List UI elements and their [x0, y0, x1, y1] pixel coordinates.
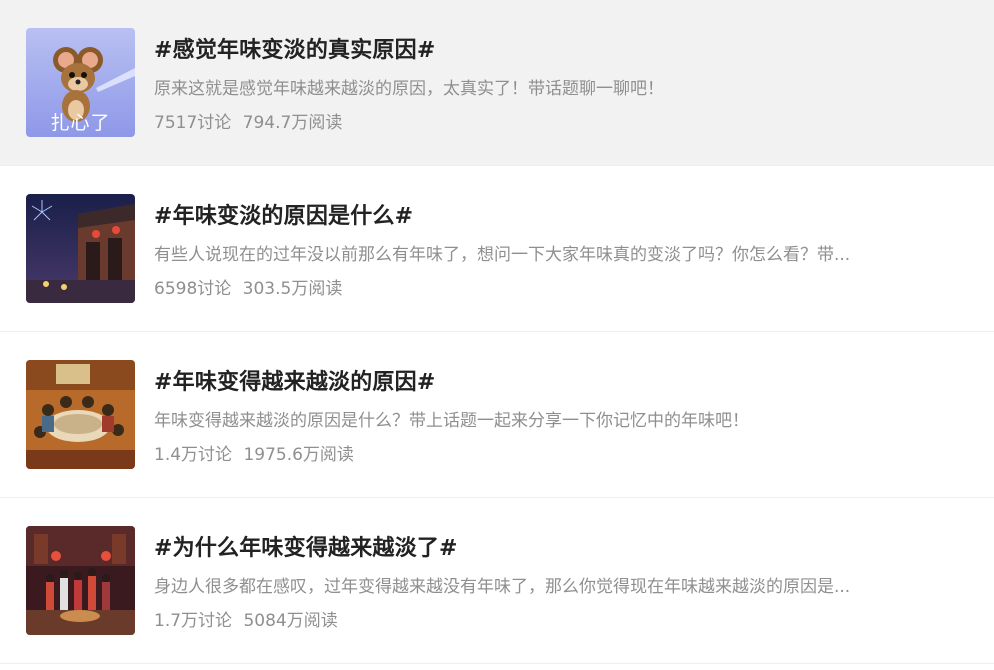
cartoon-mouse-icon[interactable]: 扎心了	[26, 28, 135, 137]
thumb-caption: 扎心了	[50, 112, 111, 134]
topic-stats: 7517讨论 794.7万阅读	[154, 108, 342, 133]
read-count: 1975.6万阅读	[243, 445, 354, 465]
topic-description: 年味变得越来越淡的原因是什么？带上话题一起来分享一下你记忆中的年味吧！	[154, 411, 749, 431]
thumb-image-2	[26, 194, 135, 303]
topic-title[interactable]: #年味变淡的原因是什么#	[154, 198, 413, 230]
discussion-count: 7517讨论	[154, 113, 232, 133]
fireworks-street-icon[interactable]	[26, 194, 135, 303]
topic-stats: 6598讨论 303.5万阅读	[154, 274, 342, 299]
topic-title[interactable]: #为什么年味变得越来越淡了#	[154, 530, 458, 562]
topic-title[interactable]: #年味变得越来越淡的原因#	[154, 364, 435, 396]
topic-title[interactable]: #感觉年味变淡的真实原因#	[154, 32, 435, 64]
read-count: 5084万阅读	[243, 611, 338, 631]
topic-item[interactable]: #为什么年味变得越来越淡了# 身边人很多都在感叹，过年变得越来越没有年味了，那么…	[0, 498, 994, 664]
topic-item[interactable]: 扎心了 #感觉年味变淡的真实原因# 原来这就是感觉年味越来越淡的原因，太真实了！…	[0, 0, 994, 166]
discussion-count: 6598讨论	[154, 279, 232, 299]
topic-description: 有些人说现在的过年没以前那么有年味了，想问一下大家年味真的变淡了吗？你怎么看？带…	[154, 245, 851, 265]
thumb-image-4	[26, 526, 135, 635]
topic-stats: 1.7万讨论 5084万阅读	[154, 606, 338, 631]
topic-list: 扎心了 #感觉年味变淡的真实原因# 原来这就是感觉年味越来越淡的原因，太真实了！…	[0, 0, 994, 670]
read-count: 303.5万阅读	[242, 279, 343, 299]
lantern-courtyard-icon[interactable]	[26, 526, 135, 635]
topic-item[interactable]: #年味变得越来越淡的原因# 年味变得越来越淡的原因是什么？带上话题一起来分享一下…	[0, 332, 994, 498]
topic-description: 身边人很多都在感叹，过年变得越来越没有年味了，那么你觉得现在年味越来越淡的原因是…	[154, 577, 851, 597]
read-count: 794.7万阅读	[242, 113, 343, 133]
family-dinner-icon[interactable]	[26, 360, 135, 469]
topic-item[interactable]: #年味变淡的原因是什么# 有些人说现在的过年没以前那么有年味了，想问一下大家年味…	[0, 166, 994, 332]
thumb-image-3	[26, 360, 135, 469]
discussion-count: 1.7万讨论	[154, 611, 233, 631]
discussion-count: 1.4万讨论	[154, 445, 233, 465]
topic-description: 原来这就是感觉年味越来越淡的原因，太真实了！带话题聊一聊吧！	[154, 79, 664, 99]
topic-stats: 1.4万讨论 1975.6万阅读	[154, 440, 354, 465]
